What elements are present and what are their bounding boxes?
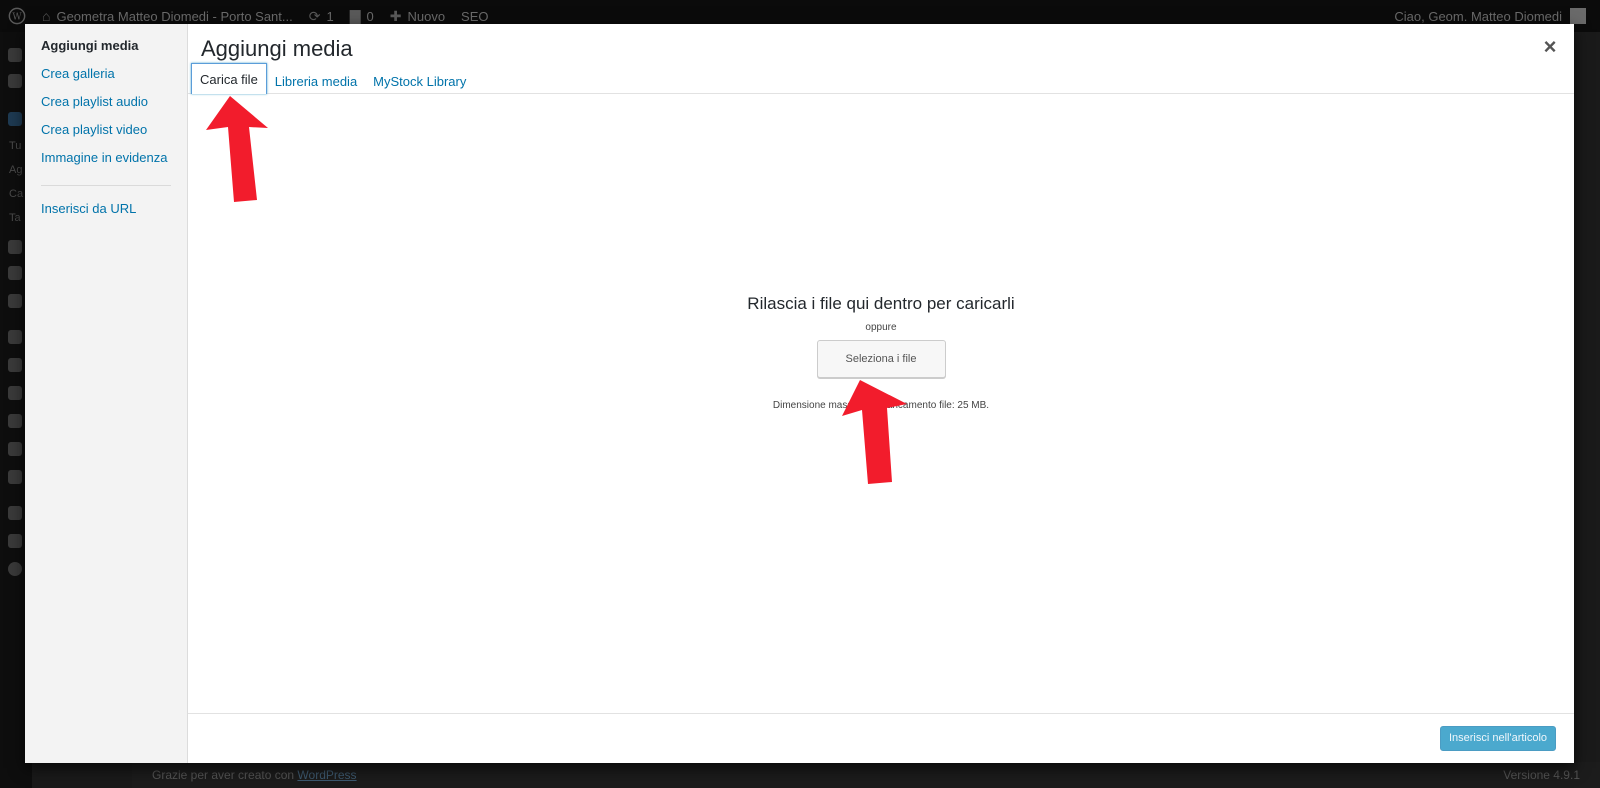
wordpress-link[interactable]: WordPress	[297, 768, 356, 782]
menu-item-featured-image[interactable]: Immagine in evidenza	[25, 148, 187, 176]
admin-footer: Grazie per aver creato con WordPress Ver…	[132, 762, 1600, 788]
collapse-icon	[8, 562, 22, 576]
avatar	[1570, 8, 1586, 24]
media-toolbar: Inserisci nell'articolo	[188, 713, 1574, 763]
menu-item-create-gallery[interactable]: Crea galleria	[25, 64, 187, 92]
select-files-button[interactable]: Seleziona i file	[816, 340, 946, 378]
tab-mystock-library[interactable]: MyStock Library	[365, 67, 474, 94]
seo-menu-icon	[8, 470, 22, 484]
settings-icon	[8, 442, 22, 456]
appearance-icon	[8, 330, 22, 344]
close-icon[interactable]: ×	[1538, 34, 1562, 60]
media-icon	[8, 240, 22, 254]
drop-instructions: Rilascia i file qui dentro per caricarli	[747, 294, 1015, 313]
shield-icon	[8, 74, 22, 88]
insert-into-post-button[interactable]: Inserisci nell'articolo	[1440, 726, 1556, 751]
menu-item-create-video-playlist[interactable]: Crea playlist video	[25, 120, 187, 148]
plugins-icon	[8, 358, 22, 372]
media-menu: Aggiungi media Crea galleria Crea playli…	[25, 24, 188, 763]
dashboard-icon	[8, 48, 22, 62]
menu-separator	[41, 185, 171, 186]
pages-icon	[8, 266, 22, 280]
tools-icon	[8, 414, 22, 428]
chart-icon	[8, 534, 22, 548]
tab-media-library[interactable]: Libreria media	[267, 67, 365, 94]
menu-item-create-audio-playlist[interactable]: Crea playlist audio	[25, 92, 187, 120]
tab-upload-files[interactable]: Carica file	[191, 63, 267, 94]
annotation-arrow-icon	[842, 380, 907, 484]
plus-icon: ✚	[389, 7, 402, 24]
or-label: oppure	[865, 322, 897, 333]
menu-item-insert-from-url[interactable]: Inserisci da URL	[25, 199, 187, 227]
svg-text:W: W	[12, 13, 22, 23]
pin-icon	[8, 112, 22, 126]
users-icon	[8, 386, 22, 400]
footer-version: Versione 4.9.1	[1503, 768, 1580, 782]
comments-menu-icon	[8, 294, 22, 308]
media-router-tabs: Carica file Libreria media MyStock Libra…	[188, 63, 1574, 94]
home-icon: ⌂	[42, 8, 51, 24]
comment-icon: ▇	[349, 7, 361, 24]
calendar-icon	[8, 506, 22, 520]
page-title: Aggiungi media	[201, 36, 353, 61]
updates-icon: ⟳	[308, 7, 321, 24]
annotation-arrow-icon	[206, 96, 268, 202]
footer-thanks: Grazie per aver creato con WordPress	[152, 768, 357, 782]
menu-item-add-media[interactable]: Aggiungi media	[25, 36, 187, 64]
